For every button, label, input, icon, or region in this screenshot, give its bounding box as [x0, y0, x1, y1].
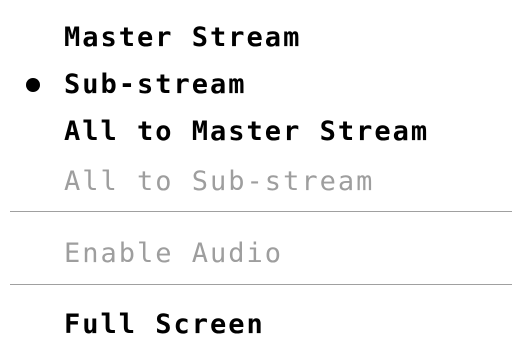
menu-item-label: Sub-stream — [64, 69, 247, 100]
menu-item-sub-stream[interactable]: Sub-stream — [0, 63, 512, 107]
menu-item-label: Full Screen — [64, 309, 265, 340]
context-menu: Master Stream Sub-stream All to Master S… — [0, 0, 512, 340]
menu-item-master-stream[interactable]: Master Stream — [0, 16, 512, 60]
menu-item-all-to-master-stream[interactable]: All to Master Stream — [0, 110, 512, 154]
menu-item-label: Master Stream — [64, 22, 302, 53]
radio-dot-icon — [26, 78, 40, 92]
menu-item-label: Enable Audio — [64, 238, 284, 269]
menu-item-all-to-sub-stream: All to Sub-stream — [0, 160, 512, 204]
menu-separator — [10, 284, 512, 286]
menu-item-enable-audio: Enable Audio — [0, 232, 512, 276]
menu-separator — [10, 211, 512, 213]
menu-item-full-screen[interactable]: Full Screen — [0, 303, 512, 340]
menu-item-label: All to Sub-stream — [64, 166, 375, 197]
menu-item-label: All to Master Stream — [64, 116, 430, 147]
